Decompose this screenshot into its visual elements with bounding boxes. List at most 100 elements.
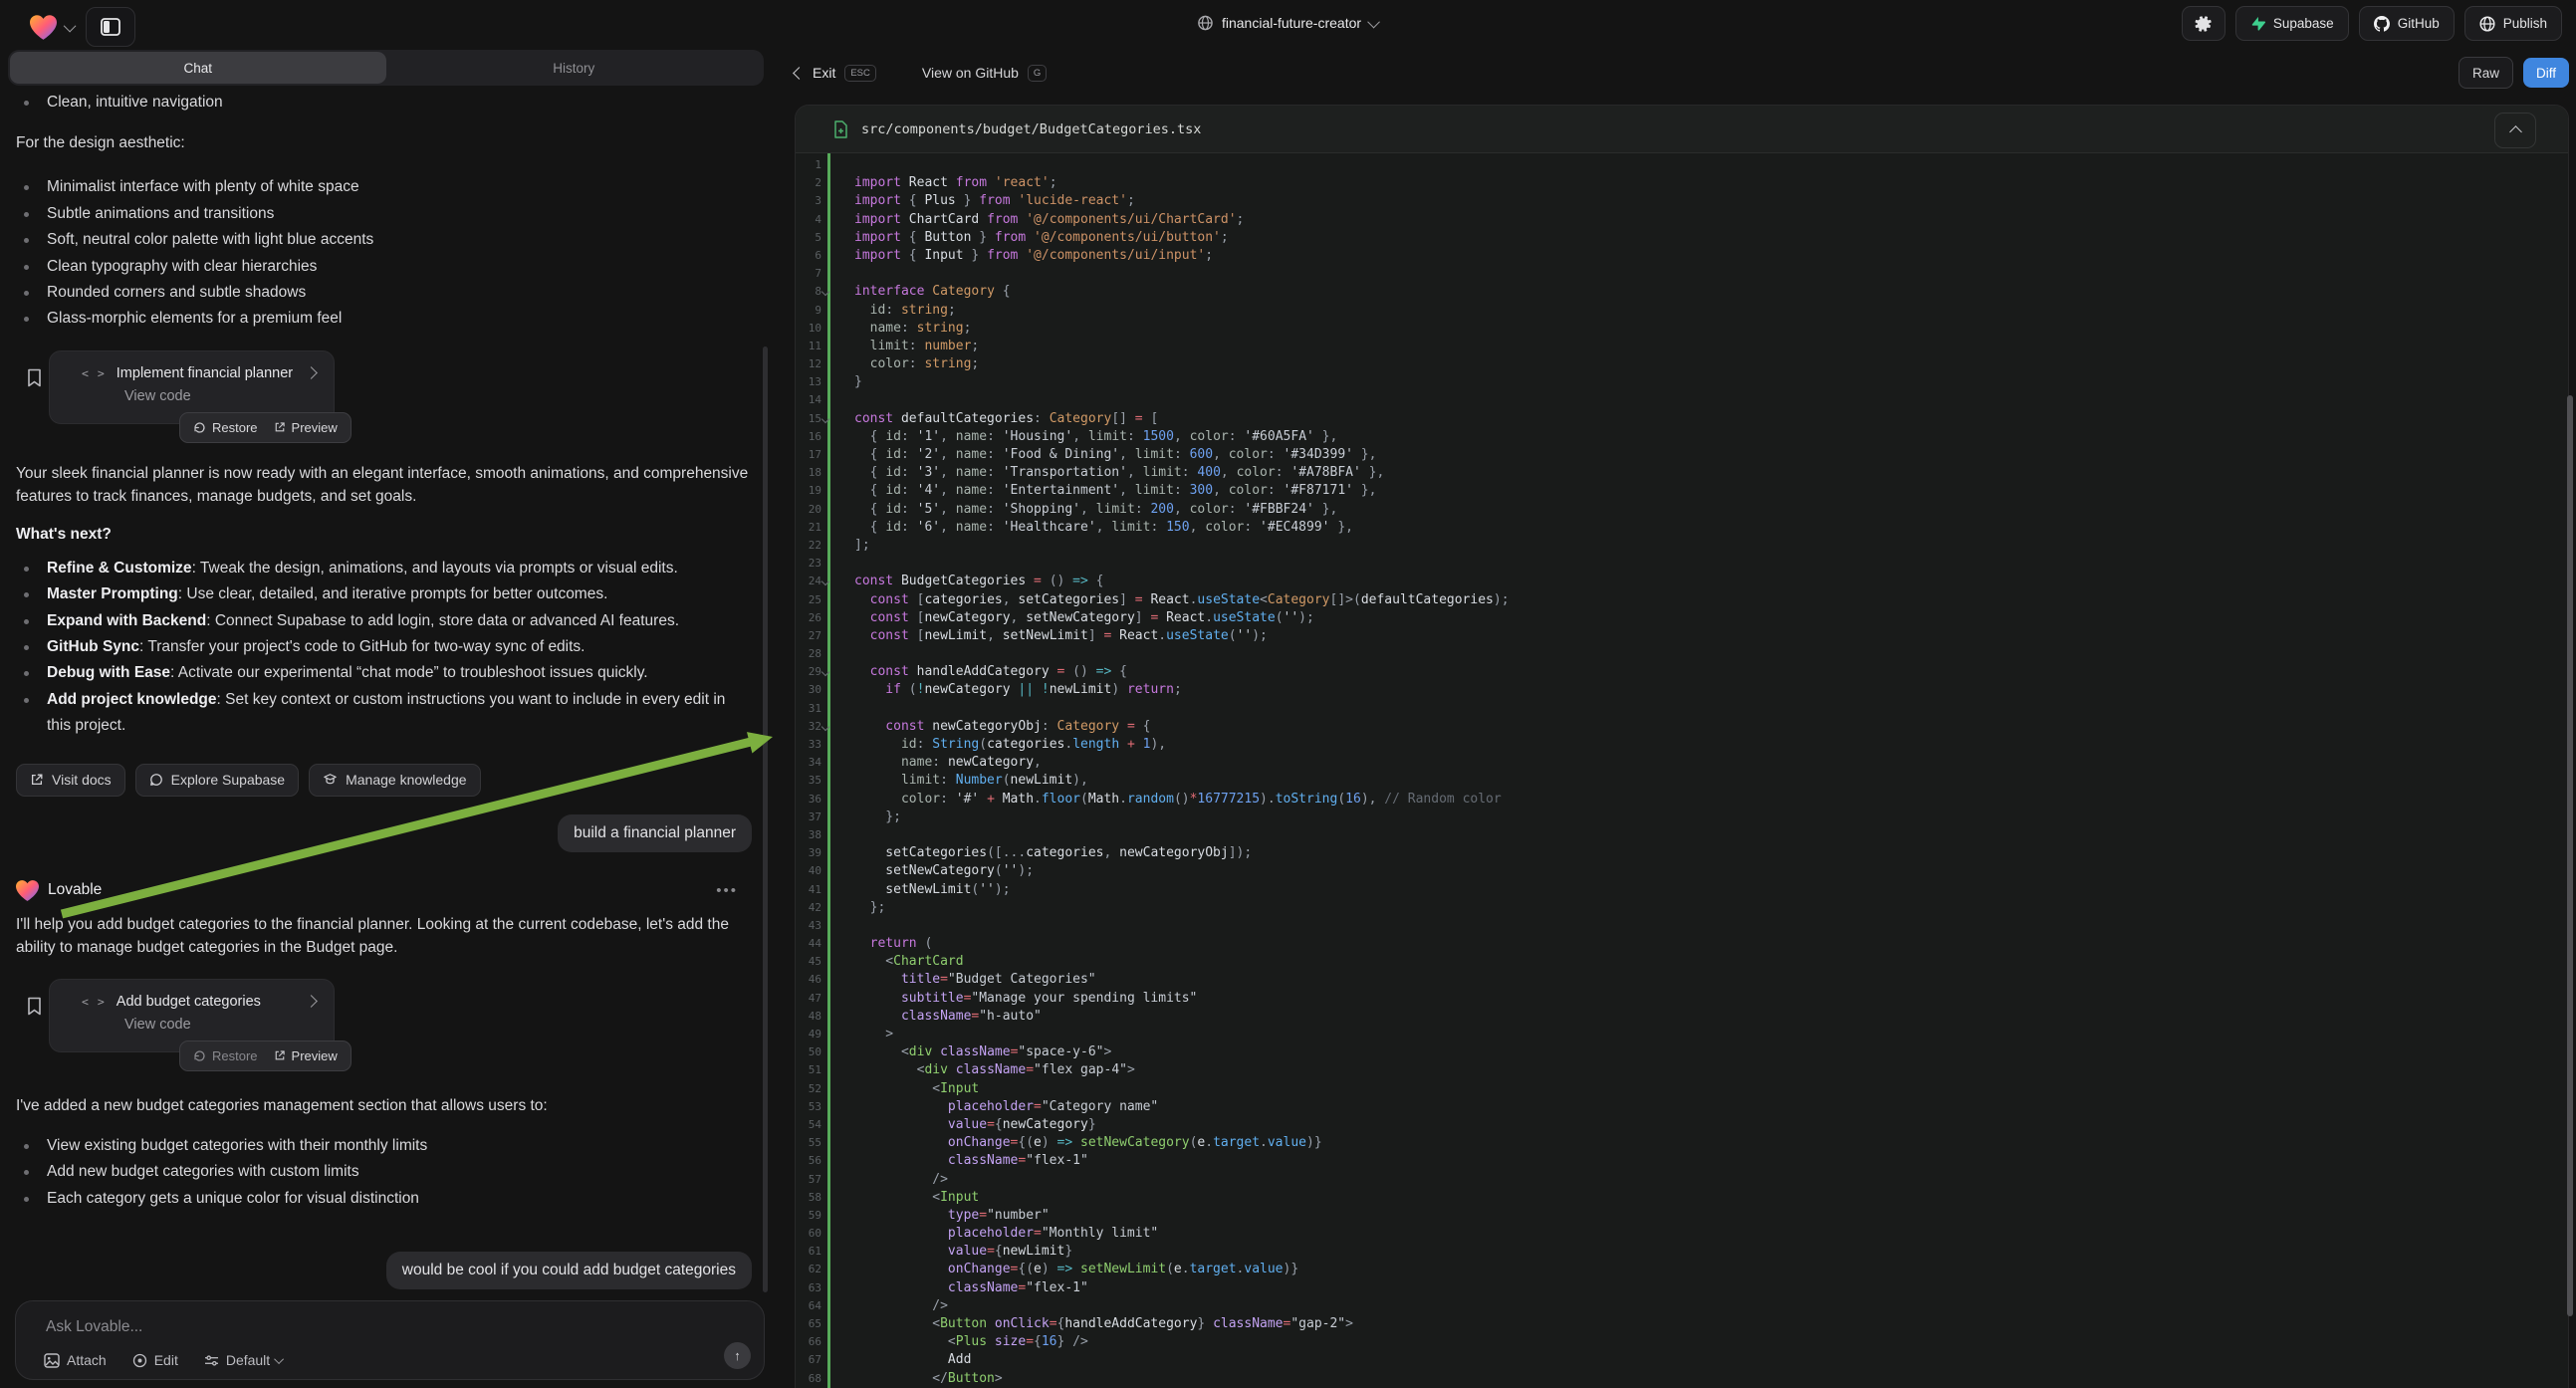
bookmark-icon[interactable] [27, 997, 42, 1016]
send-button[interactable]: ↑ [724, 1342, 751, 1369]
line-number: 67 [796, 1351, 821, 1369]
line-number: 36 [796, 791, 821, 809]
code-line: 12 color: string; [796, 355, 2568, 373]
version-card-add-budget-categories[interactable]: < > Add budget categories View code Rest… [49, 979, 335, 1052]
edit-button[interactable]: Edit [132, 1352, 178, 1368]
back-chevron-icon[interactable] [793, 67, 806, 80]
bullet-item: Each category gets a unique color for vi… [16, 1186, 756, 1212]
restore-button[interactable]: Restore [193, 1048, 258, 1063]
tab-history[interactable]: History [386, 52, 763, 84]
line-number: 5 [796, 229, 821, 247]
supabase-button[interactable]: Supabase [2235, 6, 2349, 41]
mode-chevron-down-icon [274, 1354, 284, 1364]
view-code-link[interactable]: View code [50, 381, 334, 404]
code-line: 64 /> [796, 1297, 2568, 1315]
raw-toggle-button[interactable]: Raw [2459, 57, 2513, 89]
line-number: 61 [796, 1243, 821, 1261]
settings-button[interactable] [2182, 6, 2225, 41]
line-number: 21 [796, 519, 821, 537]
code-line: 4import ChartCard from '@/components/ui/… [796, 211, 2568, 229]
chat-panel: Chat History Clean, intuitive navigation… [0, 46, 772, 1292]
fold-chevron-icon[interactable] [821, 668, 829, 676]
user-message: would be cool if you could add budget ca… [386, 1252, 752, 1289]
line-number: 51 [796, 1061, 821, 1079]
preview-button[interactable]: Preview [274, 1048, 338, 1063]
bookmark-icon[interactable] [27, 368, 42, 387]
added-bullet-list: View existing budget categories with the… [16, 1133, 756, 1212]
code-editor: 12import React from 'react';3import { Pl… [796, 153, 2568, 1388]
target-icon [132, 1353, 147, 1368]
attach-button[interactable]: Attach [44, 1352, 107, 1368]
diff-toggle-button[interactable]: Diff [2523, 58, 2569, 88]
collapse-file-button[interactable] [2494, 113, 2536, 148]
fold-chevron-icon[interactable] [821, 288, 829, 296]
code-line: 35 limit: Number(newLimit), [796, 772, 2568, 790]
preview-button[interactable]: Preview [274, 420, 338, 435]
line-number: 38 [796, 826, 821, 844]
github-button[interactable]: GitHub [2359, 6, 2455, 41]
code-line: 1 [796, 156, 2568, 174]
publish-button[interactable]: Publish [2464, 6, 2562, 41]
view-on-github-link[interactable]: View on GitHub [922, 65, 1019, 81]
bullet-item: Clean typography with clear hierarchies [16, 254, 756, 280]
mode-select[interactable]: Default [204, 1352, 284, 1368]
toggle-sidebar-button[interactable] [86, 7, 135, 47]
message-menu-button[interactable]: ••• [716, 882, 738, 899]
code-line: 21 { id: '6', name: 'Healthcare', limit:… [796, 519, 2568, 537]
next-steps-list: Refine & Customize: Tweak the design, an… [16, 556, 741, 740]
gear-icon [2195, 15, 2213, 33]
code-line: 54 value={newCategory} [796, 1116, 2568, 1134]
tab-chat[interactable]: Chat [10, 52, 386, 84]
bullet-item: Glass-morphic elements for a premium fee… [16, 306, 756, 332]
line-number: 41 [796, 881, 821, 899]
logo-chevron-down-icon[interactable] [64, 19, 77, 32]
line-number: 48 [796, 1008, 821, 1026]
line-number: 23 [796, 555, 821, 573]
code-line: 18 { id: '3', name: 'Transportation', li… [796, 464, 2568, 482]
visit-docs-button[interactable]: Visit docs [16, 764, 125, 797]
fold-chevron-icon[interactable] [821, 578, 829, 585]
line-number: 34 [796, 754, 821, 772]
code-line: 22]; [796, 537, 2568, 555]
globe-icon [1197, 15, 1213, 31]
code-line: 34 name: newCategory, [796, 754, 2568, 772]
supabase-label: Supabase [2273, 16, 2334, 31]
code-icon: < > [82, 366, 106, 380]
code-line: 7 [796, 265, 2568, 283]
code-line: 41 setNewLimit(''); [796, 881, 2568, 899]
chat-scrollbar[interactable] [763, 347, 768, 1292]
composer-input[interactable]: Ask Lovable... [46, 1318, 142, 1336]
external-link-icon [274, 1049, 286, 1061]
line-number: 22 [796, 537, 821, 555]
assistant-added-summary: I've added a new budget categories manag… [16, 1094, 756, 1117]
code-line: 15const defaultCategories: Category[] = … [796, 410, 2568, 428]
exit-button[interactable]: Exit [813, 65, 835, 81]
view-code-link[interactable]: View code [50, 1010, 334, 1033]
chevron-right-icon [305, 366, 318, 379]
code-line: 61 value={newLimit} [796, 1243, 2568, 1261]
fold-chevron-icon[interactable] [821, 414, 829, 422]
version-card-implement-financial-planner[interactable]: < > Implement financial planner View cod… [49, 350, 335, 424]
code-scrollbar[interactable] [2567, 395, 2573, 1316]
lovable-logo-heart-icon[interactable] [30, 15, 57, 40]
design-bullet-list: Minimalist interface with plenty of whit… [16, 174, 756, 332]
line-number: 11 [796, 338, 821, 355]
line-number: 62 [796, 1261, 821, 1278]
code-line: 25 const [categories, setCategories] = R… [796, 591, 2568, 609]
suggestion-buttons: Visit docs Explore Supabase Manage knowl… [16, 764, 756, 797]
code-line: 2import React from 'react'; [796, 174, 2568, 192]
project-switcher[interactable]: financial-future-creator [1197, 7, 1379, 39]
manage-knowledge-button[interactable]: Manage knowledge [309, 764, 480, 797]
line-number: 19 [796, 482, 821, 500]
bullet-item: Add new budget categories with custom li… [16, 1159, 756, 1185]
line-number: 6 [796, 247, 821, 265]
fold-chevron-icon[interactable] [821, 723, 829, 731]
chat-bubble-icon [149, 773, 163, 787]
code-line: 13} [796, 373, 2568, 391]
g-key-badge: G [1028, 65, 1047, 82]
file-path-bar[interactable]: src/components/budget/BudgetCategories.t… [796, 106, 2568, 153]
panel-left-icon [101, 18, 120, 36]
restore-button[interactable]: Restore [193, 420, 258, 435]
explore-supabase-button[interactable]: Explore Supabase [135, 764, 299, 797]
snippet-card-row: < > Add budget categories View code Rest… [27, 979, 756, 1052]
